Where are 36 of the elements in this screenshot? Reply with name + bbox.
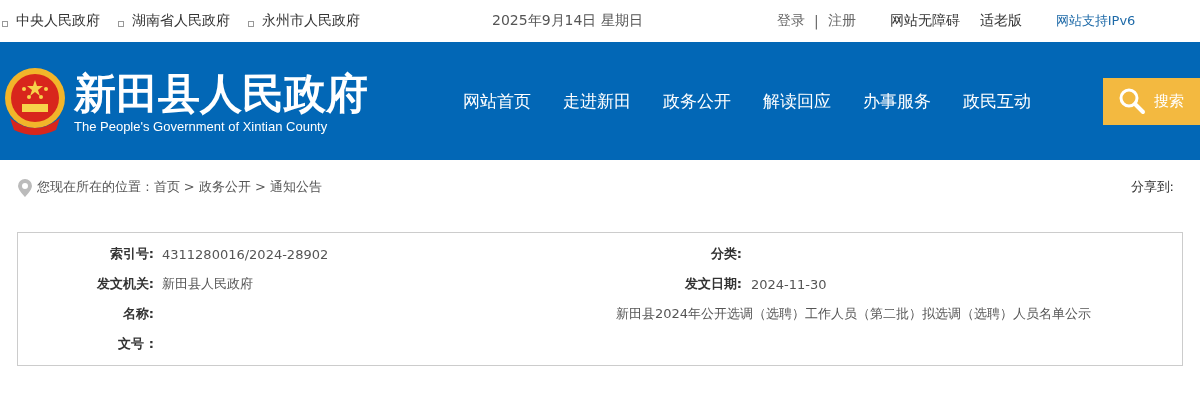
bullet-icon: [2, 21, 8, 27]
field-value: 新田县人民政府: [162, 276, 253, 291]
separator: |: [814, 13, 819, 29]
nav-item[interactable]: 走进新田: [563, 89, 631, 113]
bullet-icon: [118, 21, 124, 27]
accessibility-link[interactable]: 网站无障碍: [889, 12, 960, 30]
field-label: 分类:: [710, 246, 742, 261]
field-value: 4311280016/2024-28902: [162, 246, 329, 262]
top-link[interactable]: 中央人民政府: [16, 12, 100, 30]
field-label: 发文机关:: [95, 275, 154, 293]
nav-item[interactable]: 网站首页: [463, 89, 531, 113]
site-title: 新田县人民政府: [74, 68, 368, 119]
field-label: 名称:: [121, 305, 154, 323]
field-label: 索引号:: [108, 245, 154, 263]
ipv6-link[interactable]: 网站支持IPv6: [1055, 12, 1136, 30]
field-value: 2024-11-30: [751, 276, 827, 292]
nav-item[interactable]: 解读回应: [763, 89, 831, 113]
location-pin-icon: [18, 179, 32, 197]
share-label: 分享到:: [1130, 178, 1174, 196]
field-label: 文号 :: [117, 335, 154, 353]
current-date: 2025年9月14日 星期日: [492, 12, 644, 30]
nav-item[interactable]: 政务公开: [663, 89, 731, 113]
site-subtitle: The People's Government of Xintian County: [74, 118, 329, 134]
elder-mode-link[interactable]: 适老版: [979, 12, 1022, 30]
register-link[interactable]: 注册: [827, 12, 856, 30]
top-link[interactable]: 永州市人民政府: [262, 12, 360, 30]
breadcrumb: 您现在所在的位置 : 首页 > 政务公开 > 通知公告: [37, 178, 323, 196]
nav-item[interactable]: 办事服务: [863, 89, 931, 113]
top-link[interactable]: 湖南省人民政府: [132, 12, 230, 30]
bullet-icon: [248, 21, 254, 27]
nav-item[interactable]: 政民互动: [963, 89, 1031, 113]
emblem-icon: [2, 66, 68, 136]
search-icon: [1118, 87, 1146, 115]
field-label: 发文日期:: [684, 276, 742, 291]
field-value: 新田县2024年公开选调（选聘）工作人员（第二批）拟选调（选聘）人员名单公示: [616, 306, 1092, 321]
login-link[interactable]: 登录: [777, 12, 805, 30]
